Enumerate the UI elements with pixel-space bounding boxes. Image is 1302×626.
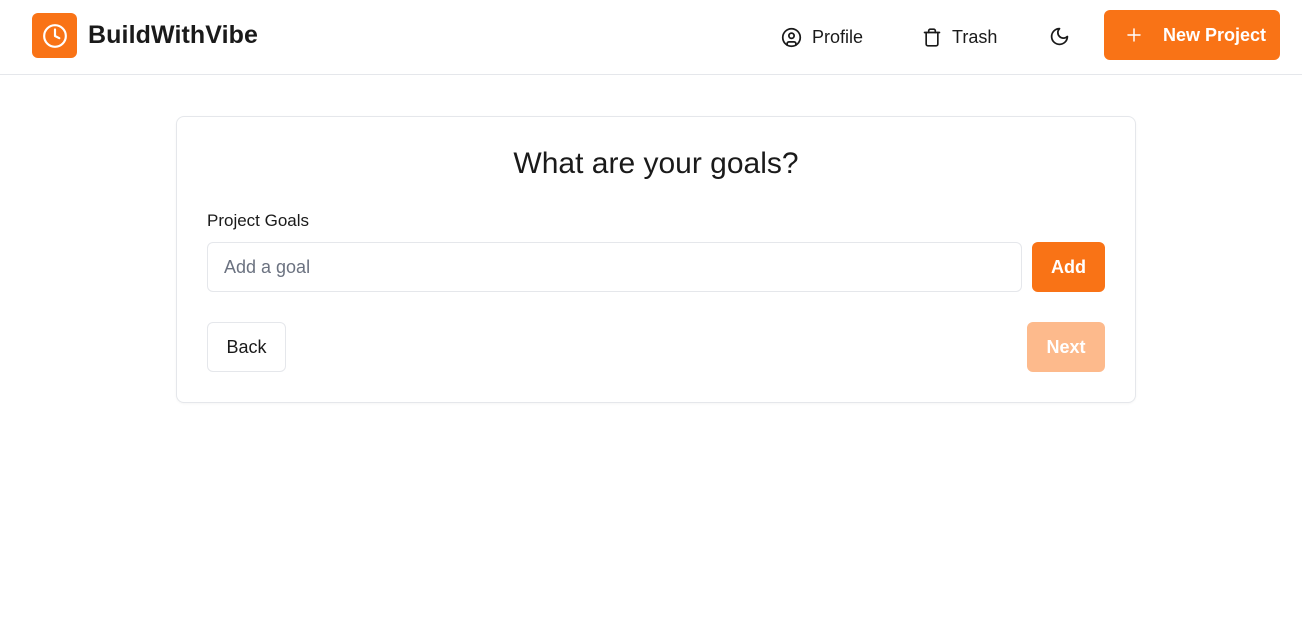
goals-card: What are your goals? Project Goals Add B… — [176, 116, 1136, 403]
card-title: What are your goals? — [513, 147, 799, 180]
plus-icon — [1126, 27, 1142, 43]
next-button[interactable]: Next — [1027, 322, 1105, 372]
new-project-label: New Project — [1163, 24, 1267, 45]
profile-link[interactable]: Profile — [781, 24, 863, 50]
project-goals-label: Project Goals — [207, 211, 310, 230]
theme-toggle-button[interactable] — [1047, 24, 1071, 48]
trash-link[interactable]: Trash — [922, 24, 997, 50]
back-button[interactable]: Back — [207, 322, 286, 372]
trash-icon — [922, 27, 942, 48]
add-goal-button[interactable]: Add — [1032, 242, 1105, 292]
goal-input[interactable] — [207, 242, 1022, 292]
top-bar: BuildWithVibe Profile Trash New Project — [0, 0, 1302, 75]
logo[interactable] — [32, 13, 77, 58]
moon-icon — [1049, 26, 1070, 47]
brand-name[interactable]: BuildWithVibe — [88, 21, 258, 50]
new-project-button[interactable]: New Project — [1104, 10, 1280, 60]
profile-label: Profile — [812, 26, 864, 47]
clock-icon — [42, 23, 68, 49]
user-circle-icon — [781, 27, 802, 48]
trash-label: Trash — [952, 26, 998, 47]
